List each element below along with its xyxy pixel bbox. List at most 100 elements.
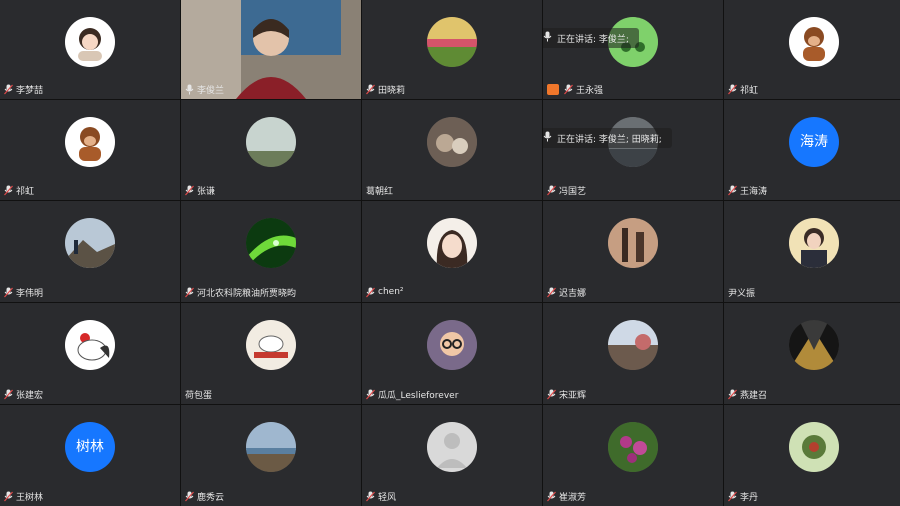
participant-tile[interactable]: 王永强 正在讲话: 李俊兰;: [543, 0, 723, 99]
microphone-muted-icon: [547, 389, 556, 400]
avatar: [65, 17, 115, 67]
avatar: [427, 422, 477, 472]
microphone-icon: [185, 84, 194, 95]
microphone-muted-icon: [4, 84, 13, 95]
participant-name: 祁虹: [740, 85, 759, 96]
participant-name-bar: 燕建召: [728, 387, 767, 401]
participant-name-bar: 祁虹: [4, 183, 34, 197]
speaking-indicator: 正在讲话: 李俊兰;: [543, 28, 639, 48]
avatar: [427, 320, 477, 370]
participant-name: 冯国艺: [559, 186, 587, 197]
participant-name: 瓜瓜_Leslieforever: [378, 390, 459, 401]
participant-name-bar: 冯国艺: [547, 183, 586, 197]
participant-name-bar: 瓜瓜_Leslieforever: [366, 387, 458, 401]
avatar: [427, 117, 477, 167]
participant-tile[interactable]: 祁虹: [724, 0, 900, 99]
participant-tile[interactable]: 葛朝红: [362, 100, 542, 200]
participant-name-bar: 张建宏: [4, 387, 43, 401]
participant-name-bar: chen²: [366, 285, 404, 299]
microphone-muted-icon: [366, 287, 375, 298]
participant-name-bar: 河北农科院粮油所贾晓昀: [185, 285, 296, 299]
participant-name-bar: 王海涛: [728, 183, 767, 197]
microphone-muted-icon: [366, 389, 375, 400]
participant-name-bar: 李俊兰: [185, 82, 224, 96]
speaker-icon: [543, 131, 552, 145]
avatar: [246, 218, 296, 268]
participant-tile[interactable]: 张谦: [181, 100, 361, 200]
participant-tile[interactable]: 轻风: [362, 405, 542, 506]
participant-name-bar: 荷包蛋: [185, 387, 212, 401]
participant-tile[interactable]: chen²: [362, 201, 542, 302]
speaking-indicator: 正在讲话: 李俊兰; 田晓莉;: [543, 128, 672, 148]
participant-name: 宋亚辉: [559, 390, 587, 401]
participant-tile[interactable]: 海涛王海涛: [724, 100, 900, 200]
participant-tile[interactable]: 李梦喆: [0, 0, 180, 99]
speaker-icon: [543, 31, 552, 45]
avatar: [246, 422, 296, 472]
participant-tile[interactable]: 崔淑芳: [543, 405, 723, 506]
participant-name-bar: 葛朝红: [366, 183, 393, 197]
avatar: [427, 218, 477, 268]
microphone-muted-icon: [728, 185, 737, 196]
participant-tile[interactable]: 鹿秀云: [181, 405, 361, 506]
avatar: [608, 422, 658, 472]
participant-name: 迟吉娜: [559, 288, 587, 299]
microphone-muted-icon: [4, 185, 13, 196]
participant-tile[interactable]: 瓜瓜_Leslieforever: [362, 303, 542, 404]
microphone-muted-icon: [185, 491, 194, 502]
avatar: [789, 17, 839, 67]
participant-name: 张谦: [197, 186, 216, 197]
microphone-muted-icon: [4, 491, 13, 502]
microphone-muted-icon: [185, 287, 194, 298]
participant-tile[interactable]: 荷包蛋: [181, 303, 361, 404]
participant-name-bar: 李伟明: [4, 285, 43, 299]
microphone-muted-icon: [547, 185, 556, 196]
participant-name: 燕建召: [740, 390, 768, 401]
avatar: 海涛: [789, 117, 839, 167]
avatar: [427, 17, 477, 67]
participant-tile[interactable]: 尹义振: [724, 201, 900, 302]
microphone-muted-icon: [4, 389, 13, 400]
participant-tile[interactable]: 李伟明: [0, 201, 180, 302]
participant-name: 王永强: [576, 85, 604, 96]
participant-tile[interactable]: 李俊兰: [181, 0, 361, 99]
participant-name: 河北农科院粮油所贾晓昀: [197, 288, 297, 299]
participant-name: 鹿秀云: [197, 492, 225, 503]
participant-name-bar: 张谦: [185, 183, 215, 197]
participant-tile[interactable]: 河北农科院粮油所贾晓昀: [181, 201, 361, 302]
participant-tile[interactable]: 燕建召: [724, 303, 900, 404]
participant-name: 葛朝红: [366, 186, 394, 197]
participant-name: 田晓莉: [378, 85, 406, 96]
participant-name: 王海涛: [740, 186, 768, 197]
avatar: [246, 320, 296, 370]
participant-tile[interactable]: 张建宏: [0, 303, 180, 404]
participant-tile[interactable]: 李丹: [724, 405, 900, 506]
avatar: [65, 117, 115, 167]
participant-name-bar: 田晓莉: [366, 82, 405, 96]
microphone-muted-icon: [547, 491, 556, 502]
microphone-muted-icon: [366, 84, 375, 95]
participant-name: 李丹: [740, 492, 759, 503]
participant-tile[interactable]: 田晓莉: [362, 0, 542, 99]
participant-tile[interactable]: 迟吉娜: [543, 201, 723, 302]
screen-share-icon: [547, 83, 559, 95]
microphone-muted-icon: [185, 185, 194, 196]
participant-name: 尹义振: [728, 288, 756, 299]
participant-name-bar: 王树林: [4, 489, 43, 503]
participant-name: 祁虹: [16, 186, 35, 197]
participant-tile[interactable]: 祁虹: [0, 100, 180, 200]
participant-name-bar: 祁虹: [728, 82, 758, 96]
participant-tile[interactable]: 树林 王树林: [0, 405, 180, 506]
participant-name-bar: 迟吉娜: [547, 285, 586, 299]
participant-name-bar: 崔淑芳: [547, 489, 586, 503]
speaking-text: 正在讲话: 李俊兰;: [557, 34, 629, 45]
microphone-muted-icon: [4, 287, 13, 298]
participant-name: chen²: [378, 287, 404, 297]
participant-tile[interactable]: 宋亚辉: [543, 303, 723, 404]
participant-name-bar: 鹿秀云: [185, 489, 224, 503]
participant-tile[interactable]: 冯国艺 正在讲话: 李俊兰; 田晓莉;: [543, 100, 723, 200]
participant-name: 李伟明: [16, 288, 44, 299]
avatar: [789, 218, 839, 268]
avatar: [246, 117, 296, 167]
microphone-muted-icon: [728, 491, 737, 502]
